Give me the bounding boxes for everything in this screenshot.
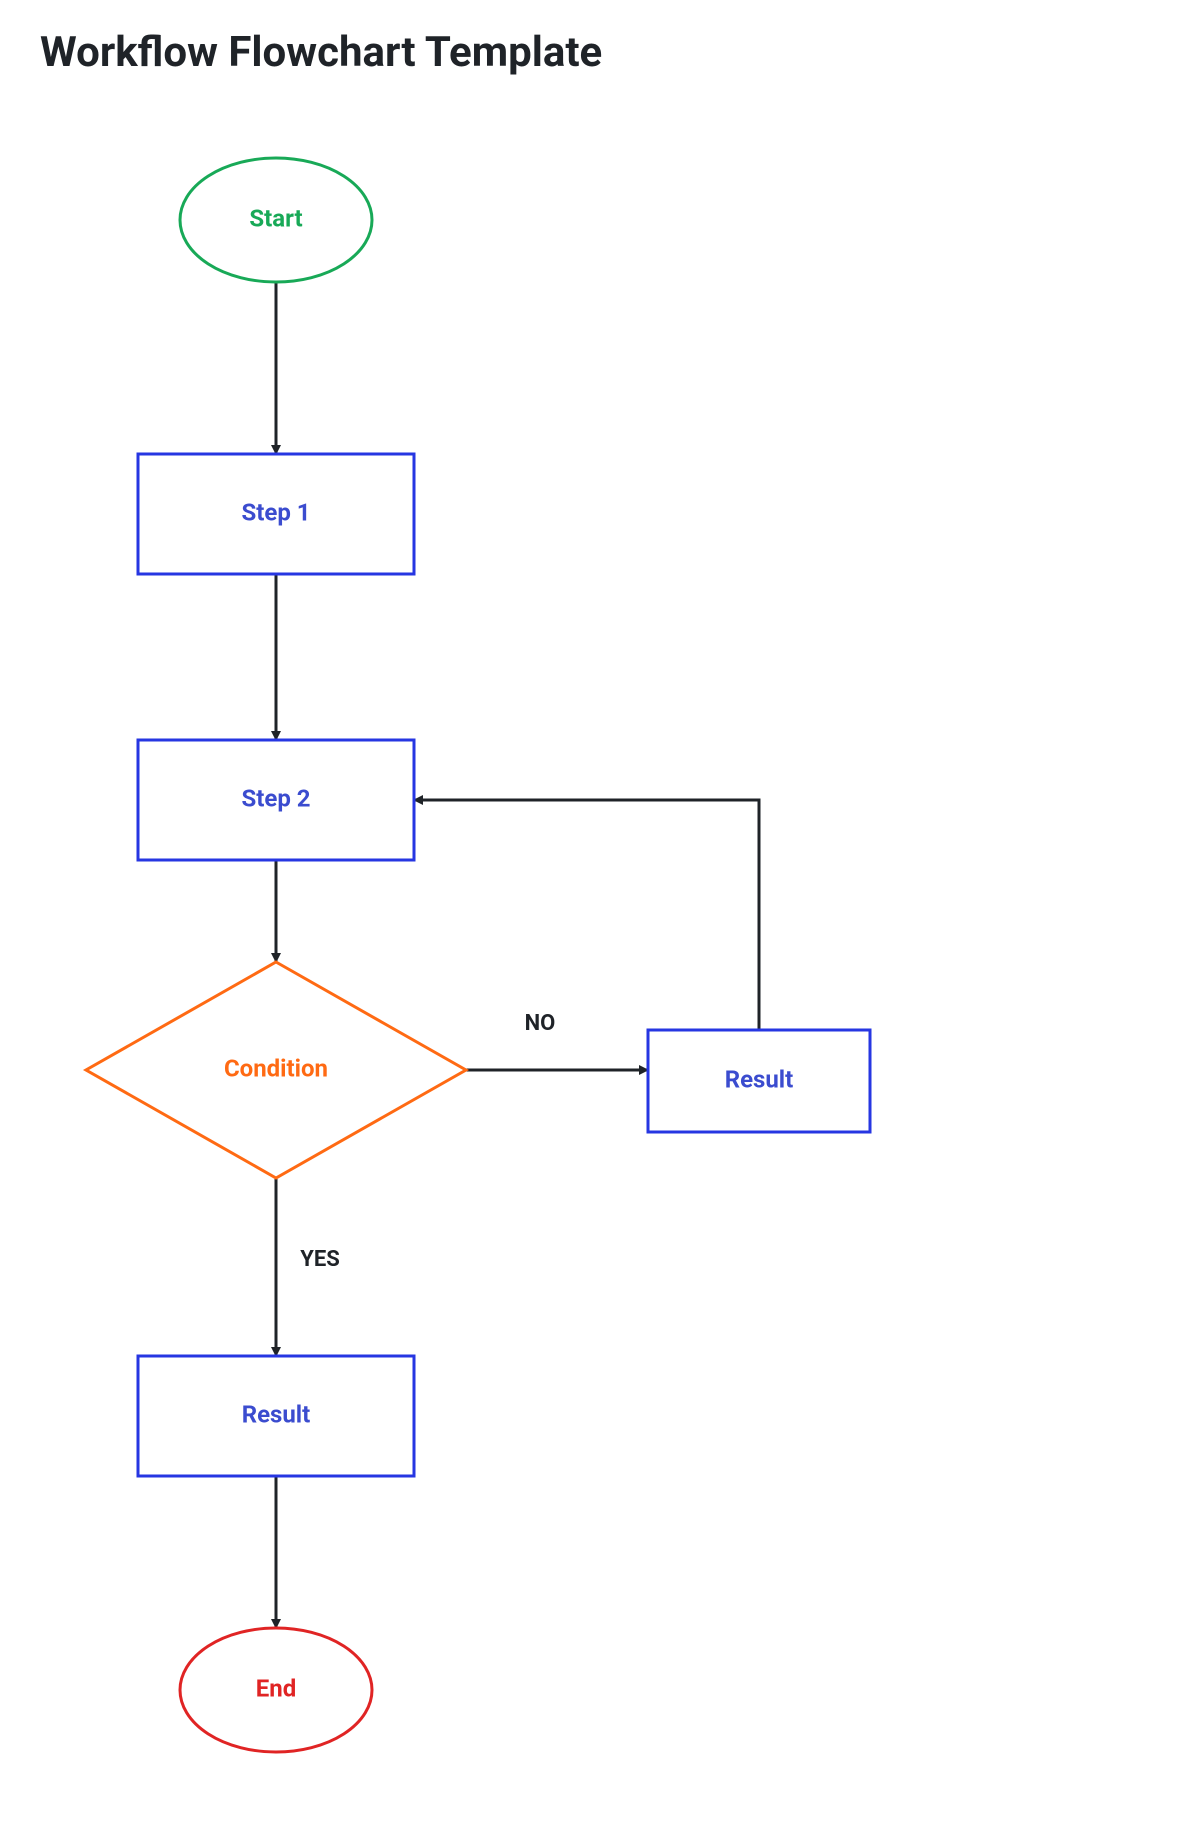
node-label-resultYes: Result [242,1400,311,1428]
node-label-start: Start [249,204,302,232]
edge-resultNo-to-step2 [414,800,759,1030]
node-label-step1: Step 1 [241,498,310,526]
node-label-condition: Condition [224,1054,328,1082]
flowchart-canvas: Start Step 1 Step 2 Condition Result Result En… [0,0,1200,1829]
node-label-resultNo: Result [725,1065,794,1093]
node-label-end: End [256,1674,296,1702]
page: Workflow Flowchart Template StartStep 1S… [0,0,1200,1829]
node-label-step2: Step 2 [241,784,310,812]
edge-label-no: NO [525,1011,556,1036]
edge-label-yes: YES [300,1247,340,1272]
